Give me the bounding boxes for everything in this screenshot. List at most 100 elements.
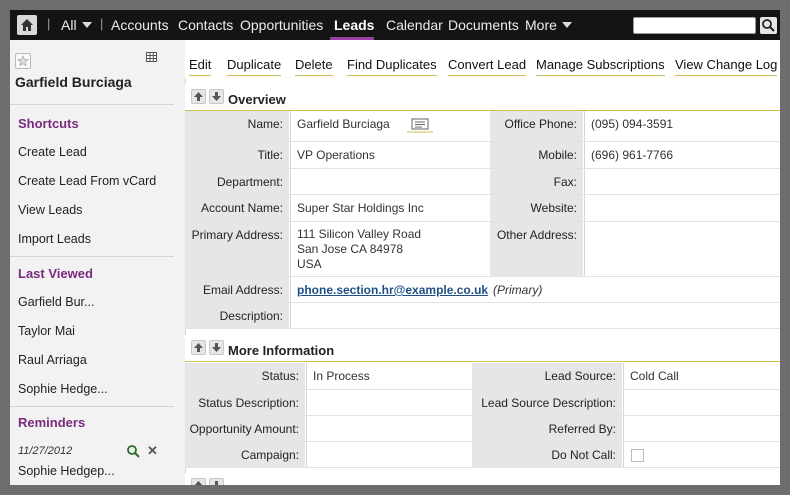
last-viewed-item[interactable]: Sophie Hedge... [18,382,108,396]
nav-opportunities[interactable]: Opportunities [240,17,323,33]
reminder-name[interactable]: Sophie Hedgep... [18,464,115,478]
duplicate-button[interactable]: Duplicate [227,57,282,76]
search-input[interactable] [633,17,756,34]
nav-calendar[interactable]: Calendar [386,17,443,33]
more-info-panel-header: More Information [185,335,780,362]
description-label: Description: [185,303,289,328]
status-label: Status: [185,363,305,389]
view-change-log-button[interactable]: View Change Log [675,57,778,76]
department-cell [290,169,490,194]
row-opp-amount: Opportunity Amount: Referred By: [185,416,780,442]
title-label-text: Title: [257,148,283,162]
move-down-button[interactable] [209,478,224,485]
move-up-button[interactable] [191,478,206,485]
last-viewed-heading: Last Viewed [18,266,93,281]
move-up-button[interactable] [191,89,206,104]
shortcut-create-lead[interactable]: Create Lead [18,145,87,159]
email-link[interactable]: phone.section.hr@example.co.uk [297,283,488,297]
move-down-button[interactable] [209,89,224,104]
office-phone-value: (095) 094-3591 [591,117,674,131]
grid-icon[interactable] [146,52,157,62]
action-toolbar: Edit Duplicate Delete Find Duplicates Co… [185,40,780,78]
office-phone-label: Office Phone: [490,111,583,141]
last-viewed-item[interactable]: Raul Arriaga [18,353,87,367]
lead-source-desc-label: Lead Source Description: [472,390,622,415]
delete-button[interactable]: Delete [295,57,333,76]
shortcut-view-leads[interactable]: View Leads [18,203,82,217]
primary-address-label-text: Primary Address: [191,228,283,242]
row-status: Status: In Process Lead Source: Cold Cal… [185,363,780,390]
status-desc-label-text: Status Description: [198,396,299,410]
website-label: Website: [490,195,583,221]
row-campaign: Campaign: Do Not Call: [185,442,780,468]
row-title: Title: VP Operations Mobile: (696) 961-7… [185,142,780,169]
edit-button[interactable]: Edit [189,57,212,76]
convert-lead-button[interactable]: Convert Lead [448,57,527,76]
search-button[interactable] [760,17,777,34]
move-down-button[interactable] [209,340,224,355]
app-frame: | All | Accounts Contacts Opportunities … [0,0,790,495]
row-address: Primary Address: 111 Silicon Valley Road… [185,222,780,277]
description-label-text: Description: [219,309,283,323]
nav-all-menu[interactable]: All [61,17,92,33]
nav-separator: | [47,16,51,31]
shortcut-import-leads[interactable]: Import Leads [18,232,91,246]
nav-accounts[interactable]: Accounts [111,17,169,33]
manage-subscriptions-button[interactable]: Manage Subscriptions [536,57,665,76]
fax-label-text: Fax: [553,175,577,189]
zoom-view-icon[interactable] [126,444,140,458]
department-label-text: Department: [216,175,283,189]
move-up-button[interactable] [191,340,206,355]
shortcut-create-lead-vcard[interactable]: Create Lead From vCard [18,174,156,188]
nav-contacts[interactable]: Contacts [178,17,233,33]
divider [10,406,174,407]
favorite-star-button[interactable] [15,53,31,69]
do-not-call-cell [623,442,780,467]
other-address-cell [584,222,780,276]
vcard-icon[interactable] [407,117,433,133]
status-value: In Process [313,369,370,383]
do-not-call-checkbox[interactable] [631,449,644,462]
do-not-call-label-text: Do Not Call: [551,448,616,462]
more-info-title: More Information [228,343,335,358]
referred-cell [623,416,780,441]
description-cell [290,303,780,328]
chevron-down-icon [81,22,92,28]
reminder-date: 11/27/2012 [18,445,73,457]
row-description: Description: [185,303,780,329]
opp-amount-label: Opportunity Amount: [185,416,305,441]
reminders-heading: Reminders [18,415,86,430]
website-label-text: Website: [530,201,577,215]
row-account: Account Name: Super Star Holdings Inc We… [185,195,780,222]
lead-source-desc-label-text: Lead Source Description: [481,396,616,410]
last-viewed-item[interactable]: Taylor Mai [18,324,75,338]
lead-source-desc-cell [623,390,780,415]
arrow-down-icon [212,343,221,352]
record-title: Garfield Burciaga [15,74,132,90]
home-button[interactable] [17,15,37,35]
close-icon[interactable]: ✕ [147,443,158,459]
other-address-label: Other Address: [490,222,583,276]
office-phone-cell: (095) 094-3591 [584,111,780,141]
nav-more-label: More [525,17,557,33]
find-duplicates-button[interactable]: Find Duplicates [347,57,437,76]
mobile-label-text: Mobile: [538,148,577,162]
nav-leads[interactable]: Leads [334,17,374,33]
last-viewed-item[interactable]: Garfield Bur... [18,295,94,309]
campaign-label: Campaign: [185,442,305,467]
campaign-label-text: Campaign: [240,448,299,462]
row-status-desc: Status Description: Lead Source Descript… [185,390,780,416]
arrow-up-icon [194,481,203,485]
fax-label: Fax: [490,169,583,194]
title-value-cell: VP Operations [290,142,490,168]
sidebar: Garfield Burciaga Shortcuts Create Lead … [10,40,186,485]
opp-amount-cell [306,416,472,441]
name-label: Name: [185,111,289,141]
overview-panel-header: Overview [185,84,780,111]
title-value: VP Operations [297,148,375,162]
nav-more-menu[interactable]: More [525,17,572,33]
overview-title: Overview [228,92,286,107]
nav-documents[interactable]: Documents [448,17,519,33]
email-label: Email Address: [185,277,289,302]
app-window: | All | Accounts Contacts Opportunities … [10,10,780,485]
